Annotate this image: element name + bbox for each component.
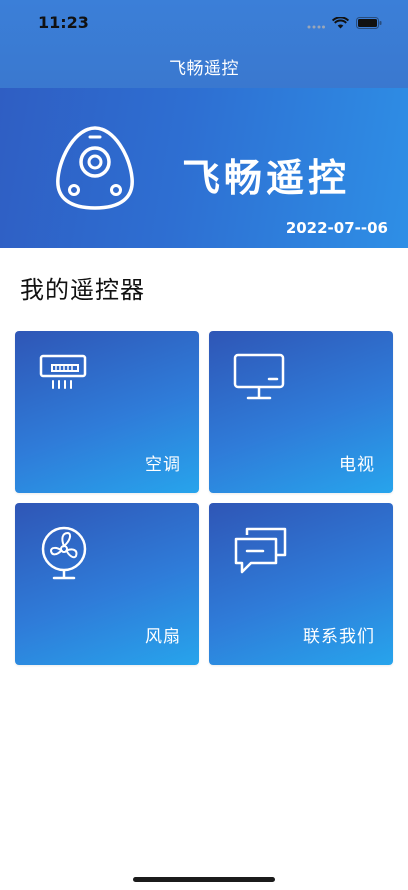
air-conditioner-icon <box>39 353 87 397</box>
card-label: 电视 <box>339 455 375 475</box>
card-air-conditioner[interactable]: 空调 <box>15 331 199 493</box>
chat-icon <box>233 525 289 581</box>
fan-icon <box>39 525 89 585</box>
banner-title: 飞畅遥控 <box>182 156 351 200</box>
nav-title: 飞畅遥控 <box>169 59 239 79</box>
card-label: 联系我们 <box>303 627 375 647</box>
banner: 飞畅遥控 2022-07--06 <box>0 88 408 248</box>
card-contact-us[interactable]: 联系我们 <box>209 503 393 665</box>
tv-icon <box>233 353 285 405</box>
card-fan[interactable]: 风扇 <box>15 503 199 665</box>
status-time: 11:23 <box>38 13 89 32</box>
card-tv[interactable]: 电视 <box>209 331 393 493</box>
remote-logo-icon <box>54 122 136 216</box>
card-label: 风扇 <box>145 627 181 647</box>
battery-icon <box>356 14 382 33</box>
top-bar: 11:23 飞畅遥控 <box>0 0 408 88</box>
status-bar: 11:23 <box>0 0 408 46</box>
section-title: 我的遥控器 <box>20 276 145 304</box>
banner-date: 2022-07--06 <box>285 219 388 237</box>
card-label: 空调 <box>145 455 181 475</box>
status-icons <box>307 14 382 33</box>
home-indicator[interactable] <box>133 877 275 882</box>
dots-icon <box>307 14 325 33</box>
wifi-icon <box>331 14 350 33</box>
